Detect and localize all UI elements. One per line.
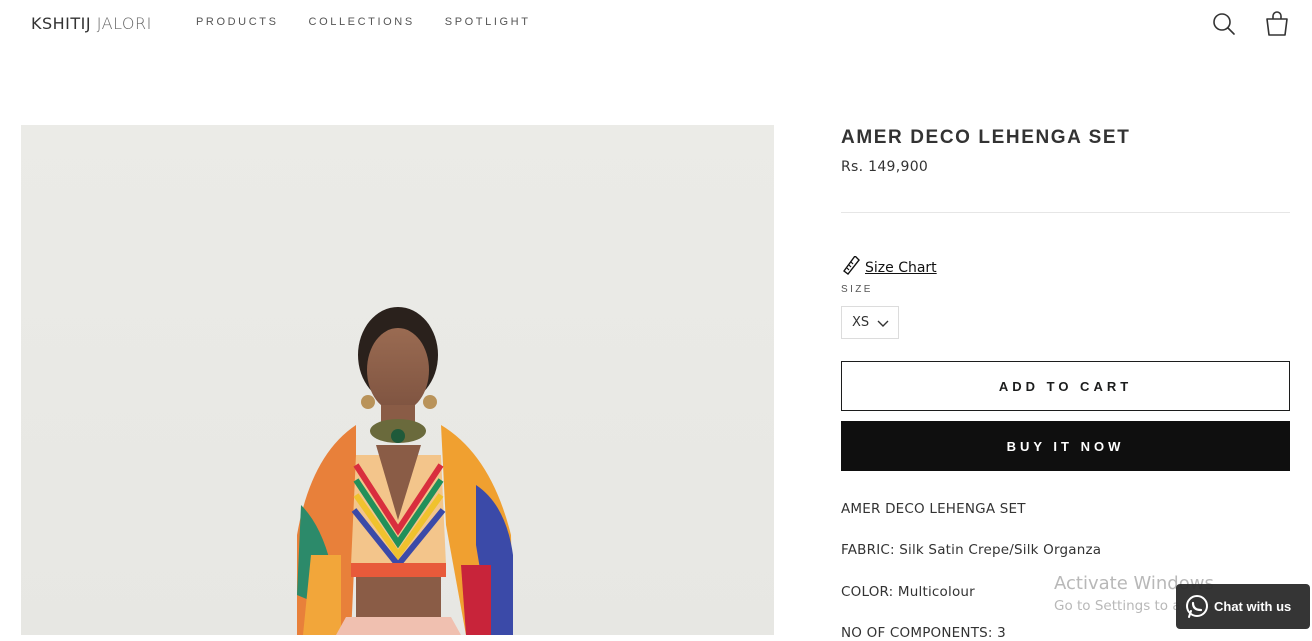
size-chart-label: Size Chart xyxy=(865,260,937,276)
description-line: FABRIC: Silk Satin Crepe/Silk Organza xyxy=(841,542,1102,558)
ruler-icon xyxy=(841,254,861,280)
search-icon[interactable] xyxy=(1210,10,1238,38)
product-price: Rs. 149,900 xyxy=(841,159,929,175)
nav-products[interactable]: PRODUCTS xyxy=(196,16,279,28)
nav-collections[interactable]: COLLECTIONS xyxy=(309,16,415,28)
chevron-down-icon xyxy=(877,313,889,332)
description-line: NO OF COMPONENTS: 3 xyxy=(841,625,1006,641)
chat-label: Chat with us xyxy=(1214,599,1292,614)
brand-second: JALORI xyxy=(96,14,152,33)
product-title: AMER DECO LEHENGA SET xyxy=(841,127,1131,148)
description-line: AMER DECO LEHENGA SET xyxy=(841,501,1026,517)
product-image[interactable] xyxy=(21,125,774,635)
brand-logo[interactable]: KSHITIJ JALORI xyxy=(31,14,152,33)
brand-first: KSHITIJ xyxy=(31,14,92,33)
size-label: SIZE xyxy=(841,284,873,295)
divider xyxy=(841,212,1290,213)
site-header: KSHITIJ JALORI PRODUCTS COLLECTIONS SPOT… xyxy=(0,0,1312,48)
cart-icon[interactable] xyxy=(1263,10,1291,38)
model-illustration xyxy=(297,307,513,635)
size-select[interactable]: XS xyxy=(841,306,899,339)
buy-it-now-button[interactable]: BUY IT NOW xyxy=(841,421,1290,471)
main-nav: PRODUCTS COLLECTIONS SPOTLIGHT xyxy=(196,16,561,28)
chat-widget-button[interactable]: Chat with us xyxy=(1176,584,1310,629)
add-to-cart-button[interactable]: ADD TO CART xyxy=(841,361,1290,411)
size-chart-link[interactable]: Size Chart xyxy=(841,254,937,280)
size-value: XS xyxy=(852,315,870,330)
whatsapp-icon xyxy=(1184,594,1210,620)
nav-spotlight[interactable]: SPOTLIGHT xyxy=(445,16,531,28)
description-line: COLOR: Multicolour xyxy=(841,584,975,600)
